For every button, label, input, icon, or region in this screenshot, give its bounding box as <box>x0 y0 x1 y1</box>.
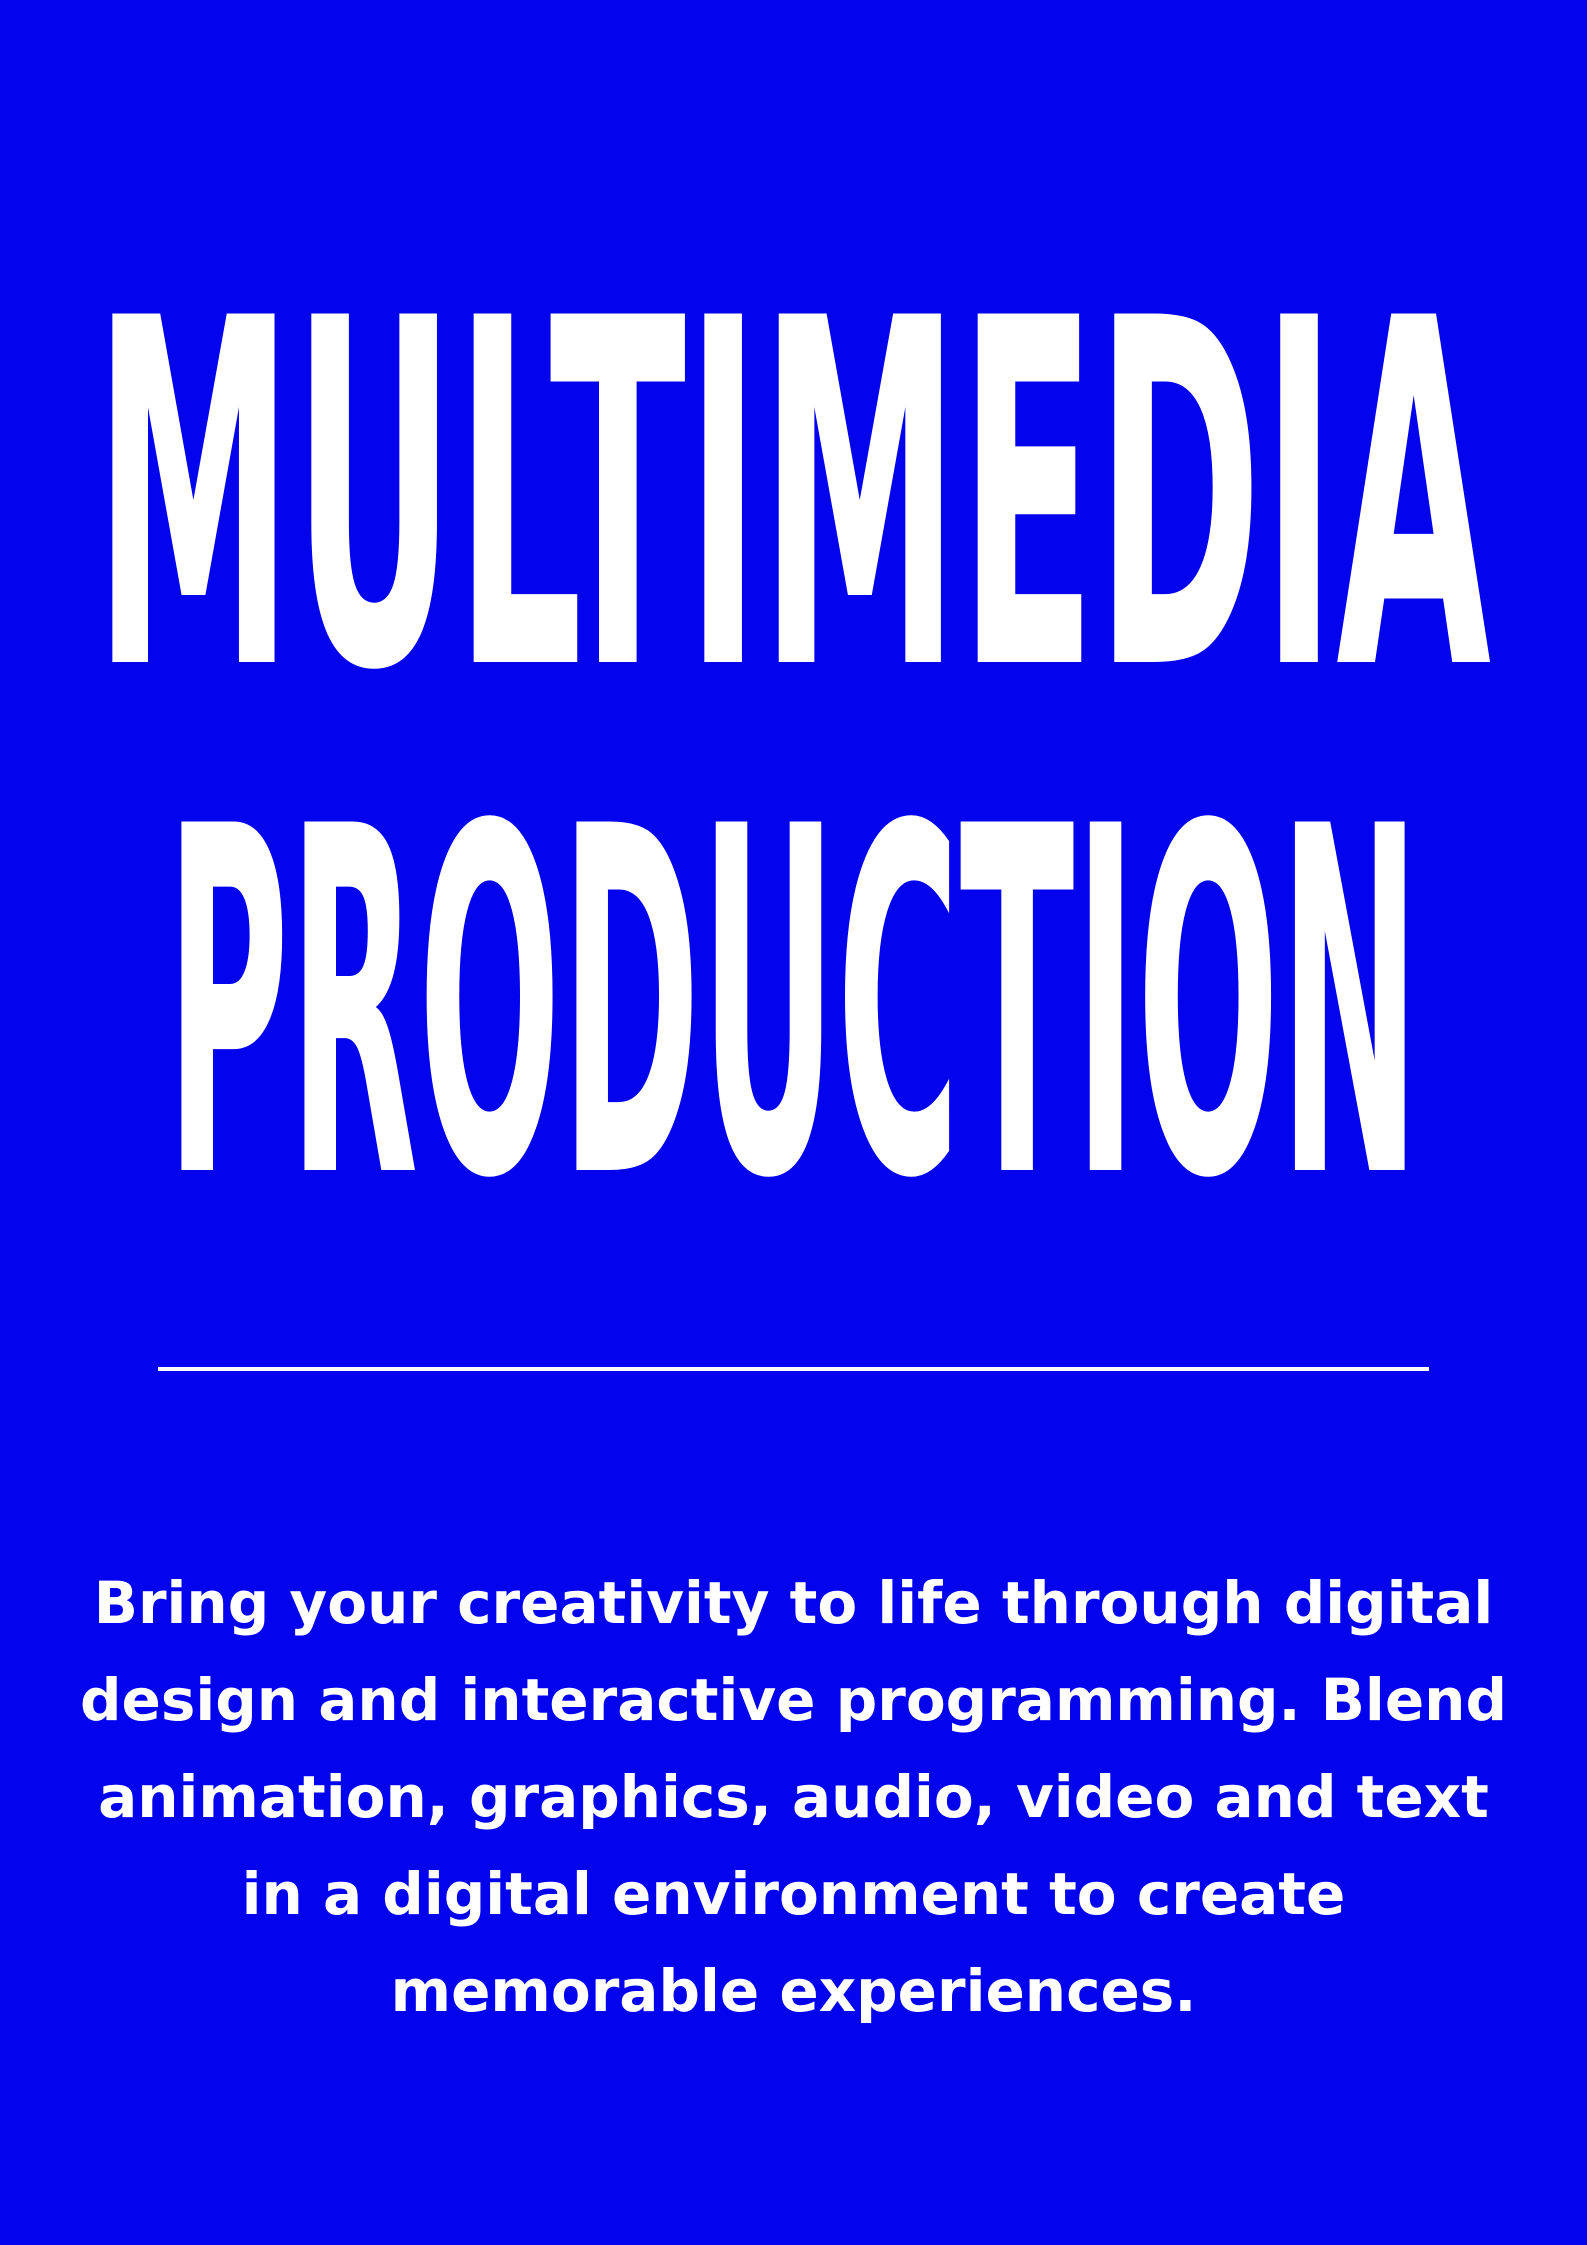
poster: MULTIMEDIA PRODUCTION Bring your creativ… <box>0 0 1587 2245</box>
divider <box>158 1367 1429 1371</box>
title-line-multimedia: MULTIMEDIA <box>94 220 1492 776</box>
title-line-production: PRODUCTION <box>166 728 1420 1284</box>
page-title: MULTIMEDIA PRODUCTION <box>94 220 1492 1284</box>
description-text: Bring your creativity to life through di… <box>80 1569 1507 2025</box>
